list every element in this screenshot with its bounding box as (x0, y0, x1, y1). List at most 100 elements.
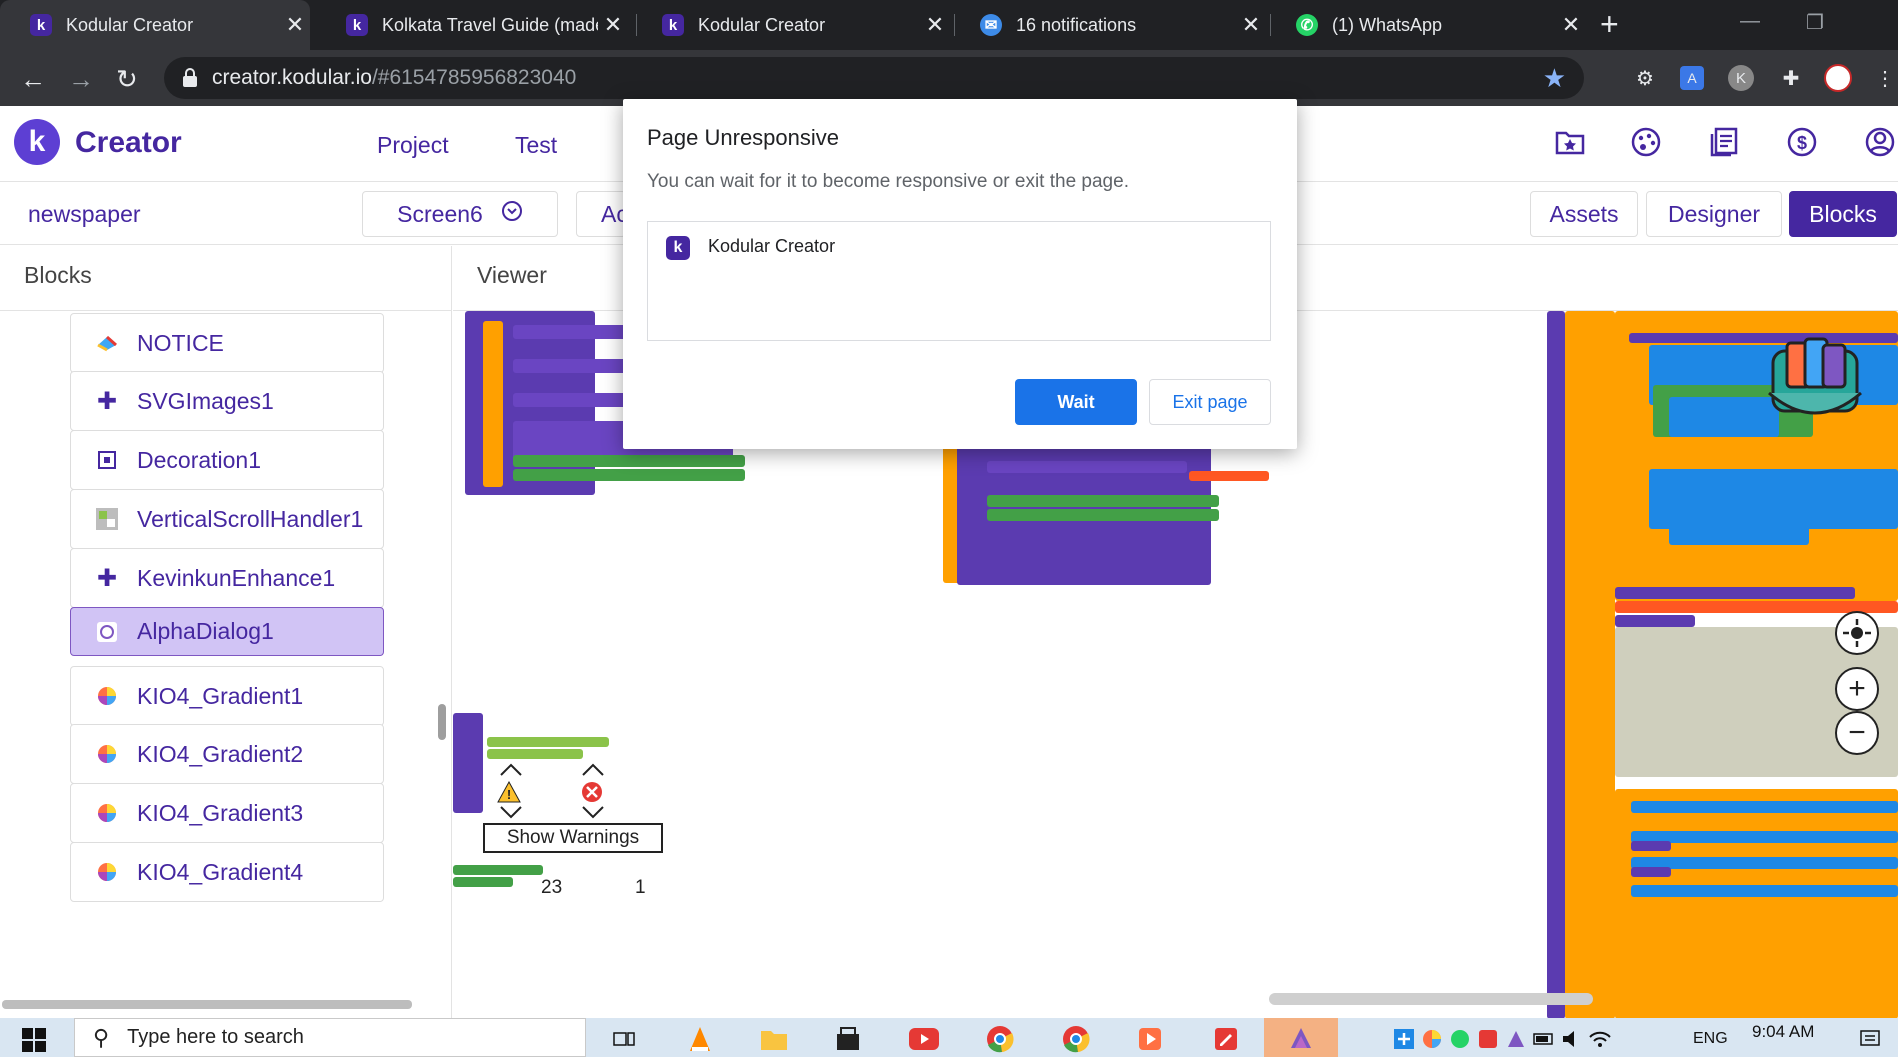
list-block[interactable] (1631, 831, 1898, 843)
restore-icon[interactable]: ❐ (1806, 10, 1824, 35)
set-block[interactable] (987, 509, 1219, 521)
vlc-icon[interactable] (682, 1022, 718, 1056)
text-block[interactable] (487, 749, 583, 759)
set-block[interactable] (987, 495, 1219, 507)
task-view-icon[interactable] (606, 1022, 642, 1056)
call-block[interactable] (987, 461, 1187, 473)
kodular-app-icon[interactable] (1264, 1018, 1338, 1057)
list-item[interactable]: VerticalScrollHandler1 (70, 489, 384, 549)
list-item[interactable]: ✚ SVGImages1 (70, 371, 384, 431)
taskbar-search[interactable]: ⚲ Type here to search (74, 1018, 586, 1057)
tab-notifications[interactable]: ✉ 16 notifications ✕ (950, 0, 1266, 50)
list-block[interactable] (1669, 515, 1809, 545)
docs-icon[interactable] (1706, 126, 1742, 162)
tab-kodular-creator-2[interactable]: k Kodular Creator ✕ (632, 0, 950, 50)
if-block[interactable] (1615, 789, 1898, 1018)
profile-k-icon[interactable]: K (1728, 65, 1754, 91)
volume-icon[interactable] (1560, 1022, 1584, 1056)
dollar-icon[interactable]: $ (1784, 126, 1820, 162)
zoom-out-icon[interactable]: − (1835, 711, 1879, 755)
media-player-icon[interactable] (1132, 1022, 1168, 1056)
close-icon[interactable]: ✕ (280, 12, 310, 38)
recenter-icon[interactable] (1835, 611, 1879, 655)
close-icon[interactable]: ✕ (1556, 12, 1586, 38)
set-block[interactable] (513, 455, 745, 467)
wait-button[interactable]: Wait (1015, 379, 1137, 425)
warning-toggle-up-icon[interactable] (499, 763, 523, 777)
add-screen-button[interactable]: Ac (576, 191, 626, 237)
avatar[interactable] (1824, 64, 1852, 92)
call-block[interactable] (1631, 841, 1671, 851)
address-bar[interactable]: creator.kodular.io/#6154785956823040 ★ (164, 57, 1584, 99)
list-item[interactable]: KIO4_Gradient2 (70, 724, 384, 784)
youtube-icon[interactable] (906, 1022, 942, 1056)
palette-icon[interactable] (1628, 126, 1664, 162)
exit-page-button[interactable]: Exit page (1149, 379, 1271, 425)
assets-button[interactable]: Assets (1530, 191, 1638, 237)
zoom-in-icon[interactable]: + (1835, 667, 1879, 711)
nav-test[interactable]: Test (515, 132, 557, 159)
translate-icon[interactable]: A (1680, 66, 1704, 90)
vertical-scrollbar[interactable] (438, 704, 446, 740)
list-block[interactable] (1631, 885, 1898, 897)
error-toggle-up-icon[interactable] (581, 763, 605, 777)
account-icon[interactable] (1862, 126, 1898, 162)
forward-icon[interactable]: → (68, 64, 94, 95)
call-block[interactable] (1631, 867, 1671, 877)
list-item[interactable]: KIO4_Gradient1 (70, 666, 384, 726)
list-block[interactable] (1631, 857, 1898, 869)
event-block[interactable] (453, 713, 483, 813)
back-icon[interactable]: ← (20, 64, 46, 95)
designer-button[interactable]: Designer (1646, 191, 1782, 237)
set-block[interactable] (513, 469, 745, 481)
set-block[interactable] (453, 877, 513, 887)
list-item[interactable]: KIO4_Gradient4 (70, 842, 384, 902)
call-block[interactable] (1615, 587, 1855, 599)
pdf-editor-icon[interactable] (1208, 1022, 1244, 1056)
show-warnings-button[interactable]: Show Warnings (483, 823, 663, 853)
backpack-icon[interactable] (1759, 333, 1871, 433)
menu-dots-icon[interactable]: ⋮ (1870, 63, 1898, 93)
nav-project[interactable]: Project (377, 132, 449, 159)
workspace-horizontal-scrollbar[interactable] (1269, 993, 1593, 1005)
chrome-icon[interactable] (1058, 1022, 1094, 1056)
wifi-icon[interactable] (1588, 1022, 1612, 1056)
control-block[interactable] (1565, 311, 1615, 1018)
screen-selector[interactable]: Screen6 (362, 191, 558, 237)
extension-icon[interactable]: ⚙ (1630, 63, 1660, 93)
close-icon[interactable]: ✕ (1236, 12, 1266, 38)
new-tab-button[interactable]: + (1600, 6, 1619, 43)
puzzle-icon[interactable]: ✚ (1776, 63, 1806, 93)
error-toggle-down-icon[interactable] (581, 805, 605, 819)
warning-toggle-down-icon[interactable] (499, 805, 523, 819)
file-explorer-icon[interactable] (756, 1022, 792, 1056)
event-block[interactable] (1547, 311, 1565, 1018)
notifications-icon[interactable] (1858, 1022, 1882, 1056)
list-item-selected[interactable]: AlphaDialog1 (70, 607, 384, 656)
text-block[interactable] (487, 737, 609, 747)
whatsapp-icon[interactable] (1448, 1022, 1472, 1056)
tab-kolkata-guide[interactable]: k Kolkata Travel Guide (made ✕ (316, 0, 628, 50)
clock[interactable]: 9:04 AM (1752, 1022, 1814, 1042)
list-item[interactable]: Decoration1 (70, 430, 384, 490)
list-item[interactable]: KIO4_Gradient3 (70, 783, 384, 843)
call-block[interactable] (1615, 615, 1695, 627)
blocks-button[interactable]: Blocks (1789, 191, 1897, 237)
list-item[interactable]: ✚ KevinkunEnhance1 (70, 548, 384, 608)
tab-kodular-creator[interactable]: k Kodular Creator ✕ (0, 0, 310, 50)
reload-icon[interactable]: ↻ (116, 64, 138, 95)
tray-app-icon[interactable] (1476, 1022, 1500, 1056)
list-block[interactable] (1631, 801, 1898, 813)
close-icon[interactable]: ✕ (920, 12, 950, 38)
tray-app-icon[interactable] (1504, 1022, 1528, 1056)
language-indicator[interactable]: ENG (1693, 1030, 1728, 1048)
add-icon[interactable] (1392, 1022, 1416, 1056)
get-block[interactable] (1189, 471, 1269, 481)
chrome-icon[interactable] (982, 1022, 1018, 1056)
bookmark-star-icon[interactable]: ★ (1543, 63, 1566, 94)
minimize-icon[interactable]: — (1740, 10, 1760, 33)
color-wheel-icon[interactable] (1420, 1022, 1444, 1056)
windows-start-icon[interactable] (22, 1028, 46, 1052)
control-block[interactable] (483, 321, 503, 487)
horizontal-scrollbar[interactable] (2, 1000, 412, 1009)
